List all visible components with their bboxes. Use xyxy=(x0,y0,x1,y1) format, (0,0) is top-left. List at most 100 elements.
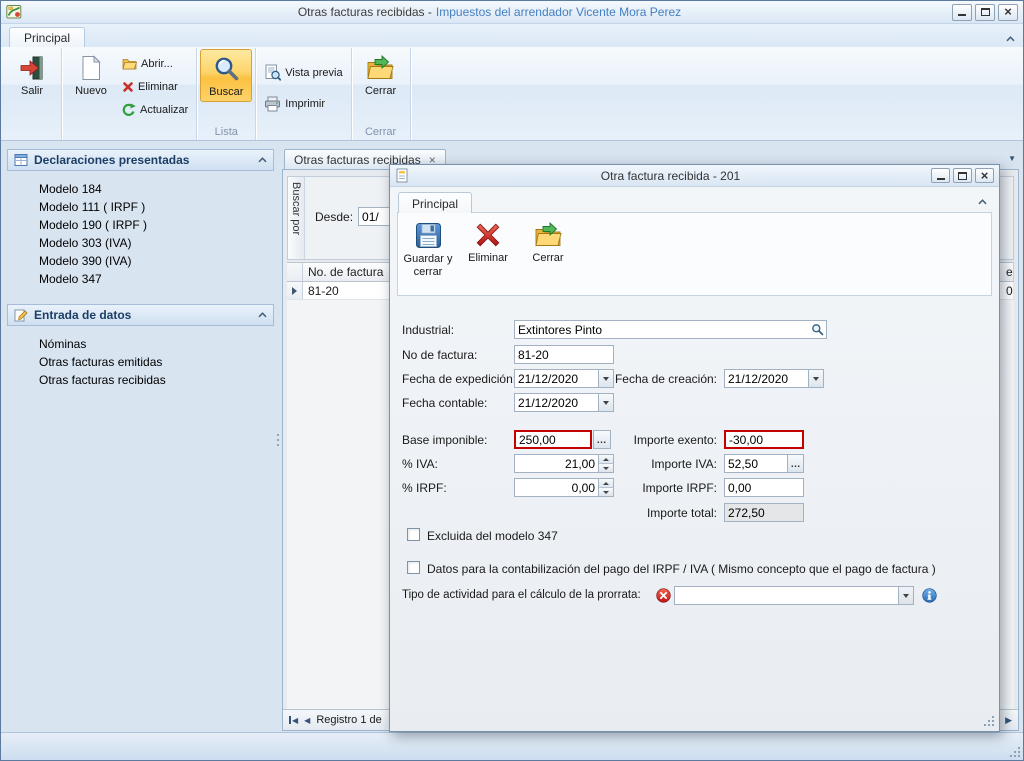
importe-irpf-field[interactable] xyxy=(724,478,804,497)
no-factura-input[interactable] xyxy=(515,346,613,363)
sidebar-item-modelo-347[interactable]: Modelo 347 xyxy=(39,270,274,288)
pct-irpf-input[interactable] xyxy=(515,479,598,496)
abrir-button[interactable]: Abrir... xyxy=(117,52,193,75)
window-title: Otras facturas recibidas - Impuestos del … xyxy=(27,5,952,19)
fecha-expedicion-label: Fecha de expedición: xyxy=(402,372,516,386)
sidebar-item-modelo-390[interactable]: Modelo 390 (IVA) xyxy=(39,252,274,270)
ribbon-collapse-chevron-icon[interactable] xyxy=(1006,36,1015,42)
salir-button[interactable]: Salir xyxy=(6,49,58,101)
pct-irpf-field[interactable] xyxy=(514,478,614,497)
first-record-icon[interactable]: ◀ xyxy=(289,716,298,725)
excluida-row: Excluida del modelo 347 xyxy=(390,526,999,546)
sidebar-section-declaraciones-header[interactable]: Declaraciones presentadas xyxy=(7,149,274,171)
dialog-collapse-chevron-icon[interactable] xyxy=(978,199,987,205)
datos-contabilizacion-checkbox[interactable] xyxy=(407,561,420,574)
close-button[interactable]: × xyxy=(998,4,1018,21)
base-imponible-input[interactable] xyxy=(516,432,590,447)
excluida-checkbox[interactable] xyxy=(407,528,420,541)
fecha-creacion-input[interactable] xyxy=(725,370,808,387)
close-icon: × xyxy=(981,169,989,182)
guardar-y-cerrar-button[interactable]: Guardar y cerrar xyxy=(402,216,454,292)
ribbon-tab-principal[interactable]: Principal xyxy=(9,27,85,47)
importe-exento-field[interactable] xyxy=(724,430,804,449)
importe-total-label: Importe total: xyxy=(605,506,717,520)
error-icon xyxy=(656,588,671,603)
previous-record-icon[interactable]: ◀ xyxy=(304,716,310,725)
industrial-input[interactable] xyxy=(515,321,808,338)
nuevo-label: Nuevo xyxy=(75,85,107,98)
dropdown-arrow-icon[interactable] xyxy=(898,587,913,604)
sidebar-item-modelo-184[interactable]: Modelo 184 xyxy=(39,180,274,198)
dropdown-arrow-icon[interactable] xyxy=(808,370,823,387)
delete-x-icon xyxy=(122,81,134,93)
importe-exento-input[interactable] xyxy=(726,432,802,447)
dialog-title: Otra factura recibida - 201 xyxy=(414,169,927,183)
base-imponible-field[interactable] xyxy=(514,430,592,449)
dialog-maximize-button[interactable] xyxy=(953,168,972,183)
dialog-resize-grip[interactable] xyxy=(983,715,997,729)
cell-no-factura[interactable]: 81-20 xyxy=(303,282,403,299)
dialog-tab-principal[interactable]: Principal xyxy=(398,192,472,213)
close-icon: × xyxy=(1004,5,1012,18)
record-status-text: Registro 1 de xyxy=(316,714,381,726)
importe-irpf-input[interactable] xyxy=(725,479,803,496)
pct-iva-input[interactable] xyxy=(515,455,598,472)
sidebar-item-modelo-111[interactable]: Modelo 111 ( IRPF ) xyxy=(39,198,274,216)
buscar-button[interactable]: Buscar xyxy=(200,49,252,102)
vista-previa-button[interactable]: Vista previa xyxy=(259,61,347,84)
window-controls: × xyxy=(952,4,1018,21)
dialog-close-button[interactable]: × xyxy=(975,168,994,183)
imprimir-button[interactable]: Imprimir xyxy=(259,92,347,115)
no-factura-field[interactable] xyxy=(514,345,614,364)
prorrata-combo[interactable] xyxy=(674,586,914,605)
filter-panel-vertical-tab[interactable]: Buscar por xyxy=(288,177,305,259)
sidebar-item-modelo-190[interactable]: Modelo 190 ( IRPF ) xyxy=(39,216,274,234)
actualizar-button[interactable]: Actualizar xyxy=(117,98,193,121)
chevron-up-icon[interactable] xyxy=(258,312,267,318)
eliminar-button[interactable]: Eliminar xyxy=(117,75,193,98)
cerrar-button[interactable]: Cerrar xyxy=(355,49,407,101)
maximize-icon xyxy=(981,8,990,16)
dialog-cerrar-button[interactable]: Cerrar xyxy=(522,216,574,292)
lookup-magnifier-icon[interactable] xyxy=(808,321,826,338)
minimize-button[interactable] xyxy=(952,4,972,21)
nuevo-button[interactable]: Nuevo xyxy=(65,49,117,101)
base-imponible-row: Base imponible: … Importe exento: xyxy=(390,430,999,450)
fecha-expedicion-field[interactable] xyxy=(514,369,614,388)
prorrata-input[interactable] xyxy=(675,587,898,604)
industrial-field[interactable] xyxy=(514,320,827,339)
sidebar-splitter[interactable] xyxy=(274,149,282,731)
fecha-creacion-field[interactable] xyxy=(724,369,824,388)
importe-iva-field[interactable]: … xyxy=(724,454,804,473)
window-resize-grip[interactable] xyxy=(1009,746,1023,760)
pct-iva-field[interactable] xyxy=(514,454,614,473)
fecha-contable-field[interactable] xyxy=(514,393,614,412)
column-header-no-factura[interactable]: No. de factura xyxy=(303,263,403,281)
sidebar-item-otras-facturas-recibidas[interactable]: Otras facturas recibidas xyxy=(39,371,274,389)
maximize-button[interactable] xyxy=(975,4,995,21)
otra-factura-dialog: Otra factura recibida - 201 × Principal … xyxy=(389,164,1000,732)
sidebar-item-nominas[interactable]: Nóminas xyxy=(39,335,274,353)
dialog-eliminar-button[interactable]: Eliminar xyxy=(462,216,514,292)
importe-iva-ellipsis-button[interactable]: … xyxy=(787,455,803,472)
chevron-up-icon[interactable] xyxy=(258,157,267,163)
fecha-contable-input[interactable] xyxy=(515,394,598,411)
fecha-expedicion-input[interactable] xyxy=(515,370,598,387)
tab-list-dropdown-icon[interactable]: ▼ xyxy=(1008,154,1016,163)
info-icon[interactable] xyxy=(922,588,937,603)
sidebar-item-otras-facturas-emitidas[interactable]: Otras facturas emitidas xyxy=(39,353,274,371)
print-preview-icon xyxy=(264,64,281,81)
dialog-minimize-button[interactable] xyxy=(931,168,950,183)
titlebar: Otras facturas recibidas - Impuestos del … xyxy=(1,1,1023,24)
base-imponible-label: Base imponible: xyxy=(402,433,487,447)
prorrata-row: Tipo de actividad para el cálculo de la … xyxy=(390,586,999,606)
scroll-right-icon[interactable]: ▶ xyxy=(1005,715,1012,726)
window-title-accent: Impuestos del arrendador Vicente Mora Pe… xyxy=(436,5,681,19)
importe-total-row: Importe total: xyxy=(390,503,999,523)
window-title-main: Otras facturas recibidas - xyxy=(298,5,432,19)
sidebar-item-modelo-303[interactable]: Modelo 303 (IVA) xyxy=(39,234,274,252)
sidebar-section-entrada-header[interactable]: Entrada de datos xyxy=(7,304,274,326)
abrir-label: Abrir... xyxy=(141,58,173,70)
importe-iva-input[interactable] xyxy=(725,455,787,472)
dropdown-arrow-icon[interactable] xyxy=(598,394,613,411)
